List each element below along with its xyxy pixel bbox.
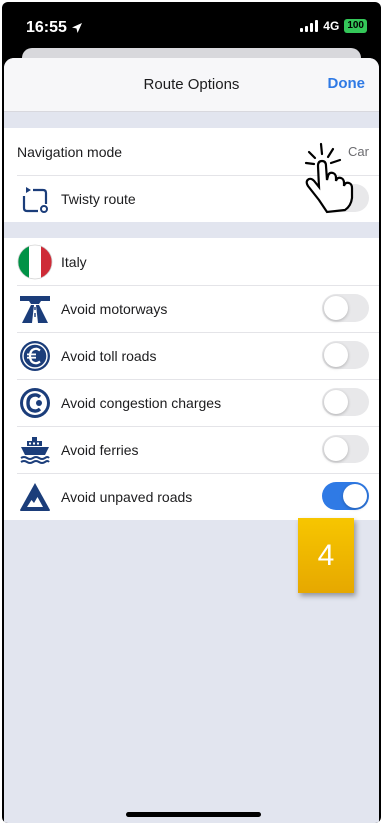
avoid-toll-roads-label: Avoid toll roads [61, 347, 157, 364]
status-bar: 16:55 4G 100 [2, 2, 381, 50]
avoid-motorways-toggle[interactable] [322, 294, 369, 322]
twisty-route-label: Twisty route [61, 190, 136, 207]
home-indicator[interactable] [126, 812, 261, 817]
network-type: 4G [323, 19, 340, 33]
avoid-motorways-label: Avoid motorways [61, 300, 168, 317]
step-number-badge: 4 [298, 518, 354, 593]
signal-bars-icon [300, 20, 319, 32]
twisty-route-icon [17, 181, 53, 217]
avoid-ferries-row: Avoid ferries [4, 426, 379, 473]
avoid-ferries-label: Avoid ferries [61, 441, 139, 458]
battery-icon: 100 [344, 19, 367, 33]
page-title: Route Options [143, 76, 240, 93]
motorway-icon [17, 291, 53, 327]
unpaved-road-icon [17, 479, 53, 515]
euro-icon [17, 338, 53, 374]
status-time: 16:55 [26, 19, 83, 37]
avoid-unpaved-roads-row: Avoid unpaved roads [4, 473, 379, 520]
avoid-unpaved-roads-label: Avoid unpaved roads [61, 488, 193, 505]
italy-flag-icon [17, 244, 53, 280]
clock: 16:55 [26, 19, 67, 36]
location-arrow-icon [71, 23, 82, 33]
done-button[interactable]: Done [328, 75, 366, 92]
avoid-toll-roads-toggle[interactable] [322, 341, 369, 369]
avoid-congestion-charges-toggle[interactable] [322, 388, 369, 416]
tap-hand-icon [304, 142, 354, 214]
avoid-motorways-row: Avoid motorways [4, 285, 379, 332]
ferry-icon [17, 432, 53, 468]
status-indicators: 4G 100 [300, 19, 367, 33]
avoid-ferries-toggle[interactable] [322, 435, 369, 463]
avoid-congestion-charges-row: Avoid congestion charges [4, 379, 379, 426]
avoid-unpaved-roads-toggle[interactable] [322, 482, 369, 510]
avoid-toll-roads-row: Avoid toll roads [4, 332, 379, 379]
avoid-congestion-charges-label: Avoid congestion charges [61, 394, 222, 411]
avoid-group: Italy Avoid motorways Avoid toll roads A… [4, 238, 379, 520]
nav-header: Route Options Done [4, 58, 379, 112]
country-row[interactable]: Italy [4, 238, 379, 285]
country-name: Italy [61, 253, 87, 270]
phone-frame: 16:55 4G 100 Route Options Done Navigati… [2, 2, 381, 823]
congestion-charge-icon [17, 385, 53, 421]
navigation-mode-label: Navigation mode [17, 143, 123, 160]
